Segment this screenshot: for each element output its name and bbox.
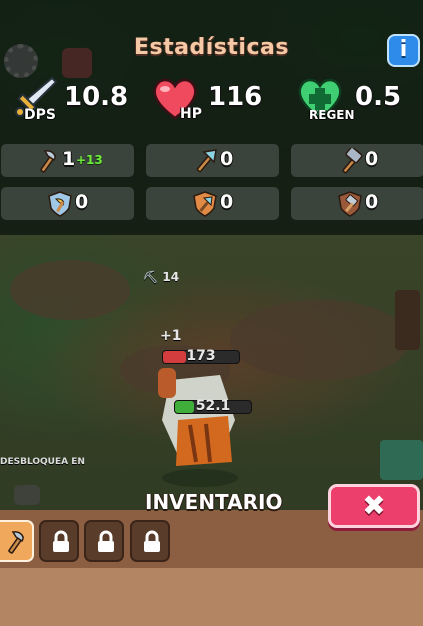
lock-icon <box>53 530 69 552</box>
enemy-health-bar: 173 <box>162 348 240 364</box>
axe-damage-bonus: +13 <box>76 153 103 167</box>
axe-damage-value: 1 <box>62 148 76 170</box>
regen-tag: REGEN <box>309 108 355 122</box>
axe-damage-cell: 1 +13 <box>1 144 134 177</box>
inventory-slot-locked[interactable] <box>84 520 124 562</box>
player-health-bar: 52.1 <box>174 398 252 414</box>
lock-icon <box>14 485 40 505</box>
hp-tag: HP <box>180 106 202 122</box>
hammer-icon <box>342 148 363 174</box>
enemy-health-value: 173 <box>186 348 216 364</box>
hammer-damage-cell: 0 <box>291 144 423 177</box>
hammer-damage-value: 0 <box>365 148 379 170</box>
lock-icon <box>98 530 114 552</box>
player-character <box>158 368 238 487</box>
pickaxe-level-label: ⛏ 14 <box>143 270 179 284</box>
hp-value: 116 <box>208 82 263 112</box>
axe-defense-cell: 0 <box>1 187 134 220</box>
close-button[interactable]: ✖ <box>328 484 420 528</box>
stats-panel: Estadísticas i DPS 10.8 HP 116 REGEN 0.5 <box>0 0 423 235</box>
regen-stat: REGEN 0.5 <box>295 74 420 124</box>
player-health-value: 52.1 <box>195 398 231 414</box>
inventory-slot-axe[interactable] <box>0 520 34 562</box>
pickaxe-icon <box>196 149 217 173</box>
hammer-defense-cell: 0 <box>291 187 423 220</box>
unlock-label: DESBLOQUEA EN <box>0 457 85 467</box>
inventory-title: INVENTARIO <box>145 490 283 514</box>
pickaxe-level-value: 14 <box>162 270 180 284</box>
axe-icon <box>40 150 56 173</box>
pickaxe-small-icon: ⛏ <box>143 270 159 284</box>
lock-icon <box>144 530 160 552</box>
hp-stat: HP 116 <box>150 74 270 124</box>
hammer-shield-icon <box>338 191 362 217</box>
pickaxe-damage-cell: 0 <box>146 144 279 177</box>
inventory-slot-locked[interactable] <box>130 520 170 562</box>
regen-value: 0.5 <box>355 82 402 112</box>
info-button[interactable]: i <box>387 34 420 67</box>
dps-value: 10.8 <box>64 82 129 112</box>
pickaxe-shield-icon <box>193 191 217 217</box>
dps-tag: DPS <box>24 107 56 123</box>
axe-shield-icon <box>48 191 72 217</box>
hammer-defense-value: 0 <box>365 191 379 213</box>
pickaxe-defense-value: 0 <box>220 191 234 213</box>
axe-icon <box>8 531 24 554</box>
close-icon: ✖ <box>362 489 386 522</box>
plus-one-label: +1 <box>160 328 182 344</box>
pickaxe-damage-value: 0 <box>220 148 234 170</box>
inventory-slot-locked[interactable] <box>39 520 79 562</box>
pickaxe-defense-cell: 0 <box>146 187 279 220</box>
axe-defense-value: 0 <box>75 191 89 213</box>
dps-stat: DPS 10.8 <box>8 74 138 124</box>
stats-title: Estadísticas <box>134 35 289 60</box>
